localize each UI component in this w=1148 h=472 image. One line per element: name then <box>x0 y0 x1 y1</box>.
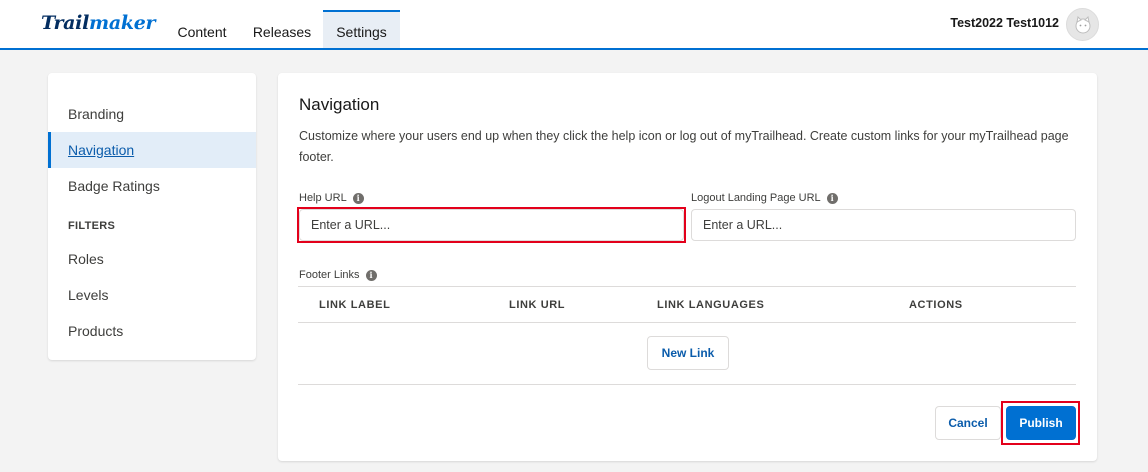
new-link-button[interactable]: New Link <box>647 336 729 370</box>
sidebar-item-navigation[interactable]: Navigation <box>48 132 256 168</box>
sidebar-item-label: Levels <box>68 287 109 303</box>
footer-links-label-text: Footer Links <box>299 269 360 281</box>
logout-url-label-text: Logout Landing Page URL <box>691 192 821 204</box>
footer-links-table-header: LINK LABEL LINK URL LINK LANGUAGES ACTIO… <box>298 286 1076 323</box>
tab-settings[interactable]: Settings <box>323 10 400 48</box>
sidebar-item-branding[interactable]: Branding <box>48 96 256 132</box>
cancel-button[interactable]: Cancel <box>935 406 1001 440</box>
tab-settings-label: Settings <box>336 24 387 40</box>
column-actions: ACTIONS <box>909 298 963 311</box>
sidebar-item-levels[interactable]: Levels <box>48 277 256 313</box>
column-link-languages: LINK LANGUAGES <box>657 298 765 311</box>
sidebar-item-roles[interactable]: Roles <box>48 241 256 277</box>
app-header: Trailmaker Content Releases Settings Tes… <box>0 0 1148 50</box>
help-url-input[interactable] <box>299 209 684 241</box>
logo-text-maker: maker <box>89 12 156 34</box>
info-icon[interactable]: i <box>365 269 377 281</box>
tab-content-label: Content <box>177 24 227 40</box>
help-url-label-text: Help URL <box>299 192 347 204</box>
page-title: Navigation <box>299 95 380 114</box>
logout-landing-url-input[interactable] <box>691 209 1076 241</box>
settings-sidebar: Branding Navigation Badge Ratings FILTER… <box>48 73 256 360</box>
tab-content[interactable]: Content <box>166 12 238 48</box>
sidebar-item-label: Products <box>68 323 124 339</box>
logout-url-label: Logout Landing Page URL i <box>691 192 838 204</box>
help-url-label: Help URL i <box>299 192 364 204</box>
column-link-url: LINK URL <box>509 298 566 311</box>
logo-text-trail: Trail <box>41 12 90 34</box>
sidebar-item-label: Badge Ratings <box>68 178 160 194</box>
tab-releases[interactable]: Releases <box>244 12 320 48</box>
info-icon[interactable]: i <box>352 192 364 204</box>
publish-button[interactable]: Publish <box>1006 406 1076 440</box>
navigation-settings-card: Navigation Customize where your users en… <box>278 73 1097 461</box>
page-description: Customize where your users end up when t… <box>299 129 1069 164</box>
sidebar-item-label: Navigation <box>68 142 135 158</box>
tab-releases-label: Releases <box>252 24 312 40</box>
sidebar-item-label: Branding <box>68 106 125 122</box>
sidebar-item-label: Roles <box>68 251 104 267</box>
sidebar-item-products[interactable]: Products <box>48 313 256 349</box>
sidebar-filters-heading: FILTERS <box>68 220 116 232</box>
user-name[interactable]: Test2022 Test1012 <box>950 16 1059 30</box>
column-link-label: LINK LABEL <box>319 298 391 311</box>
sidebar-item-badge-ratings[interactable]: Badge Ratings <box>48 168 256 204</box>
user-avatar-icon <box>1075 15 1090 33</box>
trailmaker-logo[interactable]: Trailmaker <box>41 12 156 34</box>
footer-links-label: Footer Links i <box>299 269 377 281</box>
avatar[interactable] <box>1066 8 1099 41</box>
footer-divider <box>298 384 1076 385</box>
info-icon[interactable]: i <box>826 192 838 204</box>
